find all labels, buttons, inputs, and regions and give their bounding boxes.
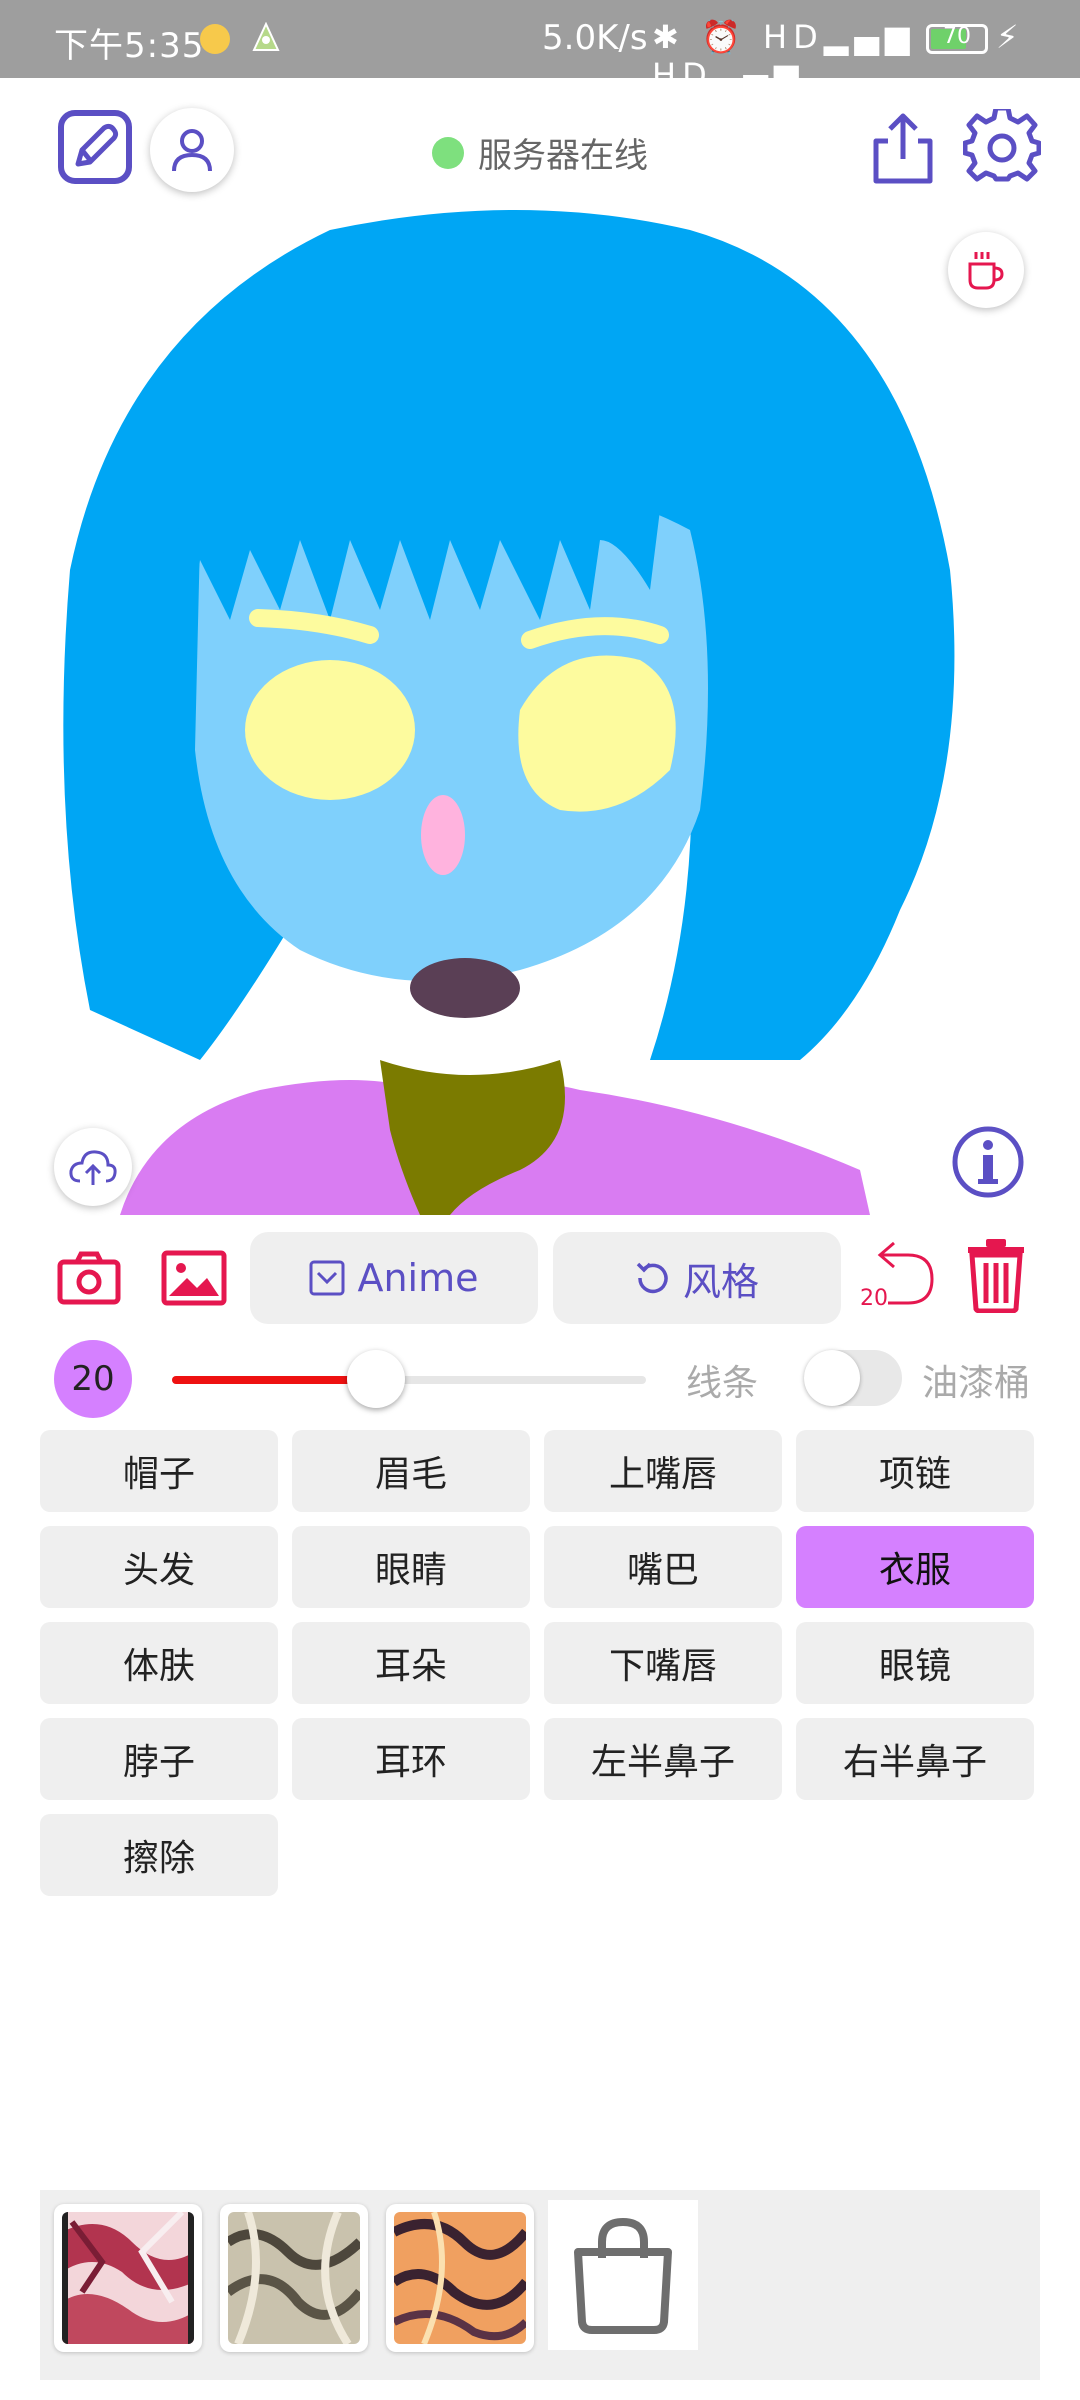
part-button[interactable]: 头发 bbox=[40, 1526, 278, 1608]
brush-size-indicator: 20 bbox=[54, 1340, 132, 1418]
battery-icon: 70 bbox=[926, 24, 988, 54]
emoji-notification-icon bbox=[200, 24, 230, 54]
share-icon bbox=[873, 113, 933, 184]
eye-left-stroke bbox=[245, 660, 415, 800]
mouth-stroke bbox=[410, 958, 520, 1018]
drawing-canvas[interactable] bbox=[0, 210, 1080, 1215]
undo-count: 20 bbox=[860, 1286, 888, 1311]
share-button[interactable] bbox=[862, 108, 944, 190]
part-button[interactable]: 眼镜 bbox=[796, 1622, 1034, 1704]
style-button[interactable]: 风格 bbox=[553, 1232, 841, 1324]
style-thumbnail[interactable] bbox=[220, 2204, 368, 2352]
camera-button[interactable] bbox=[56, 1248, 122, 1308]
style-thumbnail-image bbox=[62, 2212, 194, 2344]
shopping-bag-icon bbox=[574, 2217, 672, 2334]
slider-thumb[interactable] bbox=[346, 1350, 405, 1408]
battery-level: 70 bbox=[943, 24, 971, 49]
app-notification-icon bbox=[252, 22, 280, 51]
network-speed: 5.0K/s bbox=[542, 18, 648, 58]
clear-button[interactable] bbox=[960, 1236, 1032, 1314]
part-button[interactable]: 嘴巴 bbox=[544, 1526, 782, 1608]
part-button[interactable]: 体肤 bbox=[40, 1622, 278, 1704]
part-button[interactable]: 眼睛 bbox=[292, 1526, 530, 1608]
toggle-knob bbox=[804, 1350, 860, 1406]
style-thumbnail[interactable] bbox=[386, 2204, 534, 2352]
line-mode-label: 线条 bbox=[686, 1363, 759, 1404]
dropdown-icon bbox=[309, 1260, 345, 1296]
bucket-toggle[interactable] bbox=[804, 1350, 902, 1406]
server-status: 服务器在线 bbox=[432, 128, 648, 177]
charging-icon: ⚡ bbox=[996, 18, 1019, 56]
gear-icon bbox=[963, 109, 1041, 182]
status-time: 下午5:35 bbox=[54, 26, 205, 66]
part-button[interactable]: 项链 bbox=[796, 1430, 1034, 1512]
part-button[interactable]: 右半鼻子 bbox=[796, 1718, 1034, 1800]
edit-icon bbox=[58, 110, 132, 184]
settings-button[interactable] bbox=[960, 106, 1044, 190]
style-thumbnail-image bbox=[228, 2212, 360, 2344]
style-label: 风格 bbox=[682, 1259, 759, 1304]
part-button[interactable]: 耳环 bbox=[292, 1718, 530, 1800]
style-thumbnail-image bbox=[394, 2212, 526, 2344]
part-button[interactable]: 脖子 bbox=[40, 1718, 278, 1800]
gallery-button[interactable] bbox=[158, 1246, 230, 1310]
image-icon bbox=[161, 1250, 227, 1306]
part-button[interactable]: 帽子 bbox=[40, 1430, 278, 1512]
part-button[interactable]: 下嘴唇 bbox=[544, 1622, 782, 1704]
info-button[interactable] bbox=[950, 1124, 1026, 1200]
style-thumbnail[interactable] bbox=[54, 2204, 202, 2352]
server-status-label: 服务器在线 bbox=[478, 136, 648, 176]
part-button[interactable]: 上嘴唇 bbox=[544, 1430, 782, 1512]
slider-fill bbox=[172, 1376, 376, 1384]
model-selector[interactable]: Anime bbox=[250, 1232, 538, 1324]
user-icon bbox=[172, 129, 212, 172]
status-bar: 下午5:35 5.0K/s ✱ ⏰ HD▂▄▆ HD▂▄▆ 70 ⚡ bbox=[0, 0, 1080, 94]
cloud-upload-icon bbox=[69, 1150, 117, 1185]
part-button[interactable]: 擦除 bbox=[40, 1814, 278, 1896]
parts-grid: 帽子 眉毛 上嘴唇 项链头发 眼睛 嘴巴 衣服体肤 耳朵 下嘴唇 眼镜脖子 耳环 左半鼻子 右半鼻子擦除 bbox=[40, 1430, 1042, 1896]
refresh-icon bbox=[636, 1262, 668, 1294]
edit-button[interactable] bbox=[56, 108, 134, 186]
part-button[interactable]: 左半鼻子 bbox=[544, 1718, 782, 1800]
upload-button[interactable] bbox=[54, 1128, 132, 1206]
camera-icon bbox=[57, 1251, 121, 1305]
nose-stroke bbox=[421, 795, 465, 875]
status-dot bbox=[432, 136, 464, 169]
trash-icon bbox=[968, 1239, 1024, 1313]
info-icon bbox=[952, 1126, 1024, 1198]
style-tray bbox=[40, 2190, 1040, 2380]
part-button[interactable]: 眉毛 bbox=[292, 1430, 530, 1512]
shop-button[interactable] bbox=[548, 2200, 698, 2350]
user-button[interactable] bbox=[150, 108, 234, 192]
bucket-mode-label: 油漆桶 bbox=[922, 1363, 1031, 1404]
brush-size-slider[interactable] bbox=[172, 1350, 646, 1408]
model-label: Anime bbox=[357, 1256, 479, 1300]
part-button[interactable]: 耳朵 bbox=[292, 1622, 530, 1704]
part-button[interactable]: 衣服 bbox=[796, 1526, 1034, 1608]
